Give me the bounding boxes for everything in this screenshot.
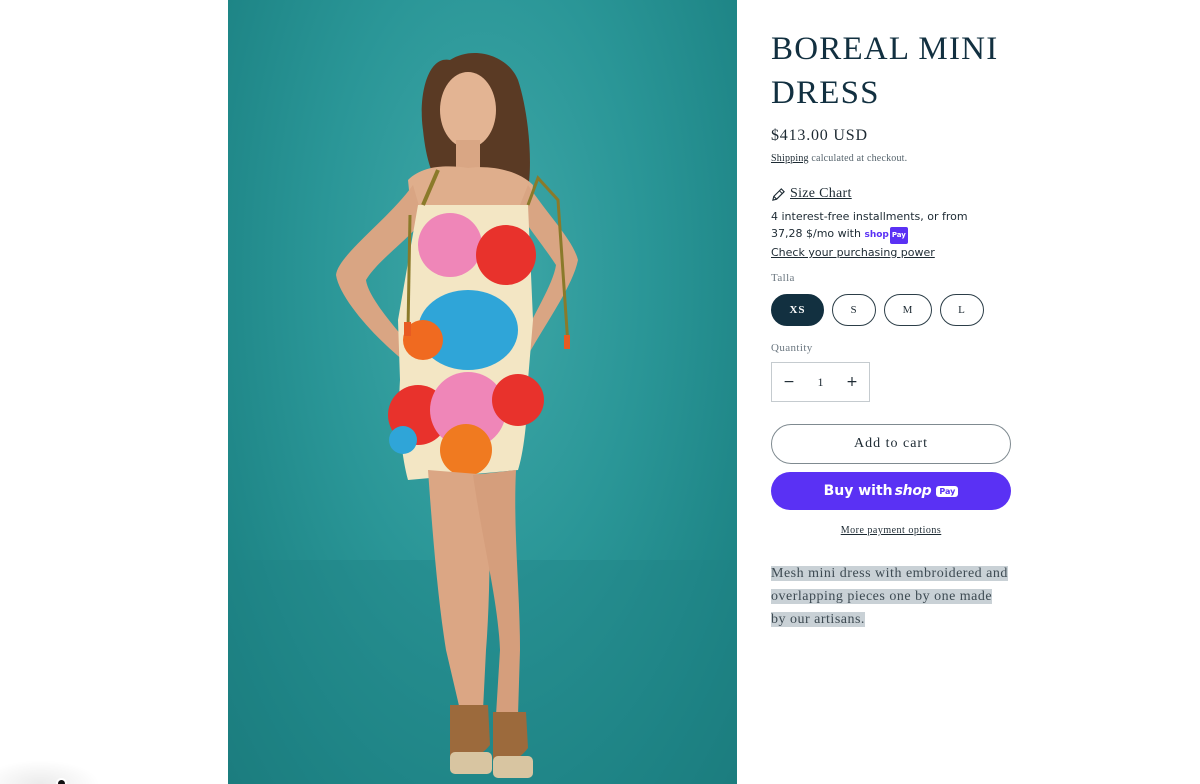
product-description-text: Mesh mini dress with embroidered and ove… [771, 566, 1008, 627]
installments-line2: 37,28 $/mo with shop Pay [771, 225, 981, 244]
shipping-link[interactable]: Shipping [771, 153, 809, 164]
shipping-note: Shipping calculated at checkout. [771, 153, 907, 164]
product-image[interactable] [228, 0, 737, 784]
quantity-increase-button[interactable]: + [845, 374, 859, 390]
size-option-xs[interactable]: XS [771, 294, 824, 326]
size-chart-link[interactable]: Size Chart [771, 186, 852, 202]
shop-pay-logo-brand: shop [864, 230, 889, 240]
size-selector: XS S M L [771, 294, 984, 326]
chat-widget-dot[interactable] [56, 778, 67, 784]
quantity-decrease-button[interactable]: − [782, 374, 796, 390]
buy-with-shop-pay-button[interactable]: Buy with shop Pay [771, 472, 1011, 510]
shop-pay-logo-pay: Pay [889, 227, 908, 244]
size-option-s[interactable]: S [832, 294, 876, 326]
model-photo-illustration [228, 52, 737, 784]
more-payment-options-link[interactable]: More payment options [771, 525, 1011, 536]
product-title: BOREAL MINI DRESS [771, 31, 999, 111]
pencil-ruler-icon [772, 187, 785, 201]
size-chart-label: Size Chart [790, 186, 852, 201]
shop-pay-installments: 4 interest-free installments, or from 37… [771, 208, 981, 261]
size-label: Talla [771, 272, 795, 284]
shop-brand-label: shop [894, 483, 932, 499]
product-description: Mesh mini dress with embroidered and ove… [771, 562, 1011, 631]
size-option-m[interactable]: M [884, 294, 932, 326]
shop-pay-logo: shop Pay [864, 227, 908, 244]
quantity-stepper: − 1 + [771, 362, 870, 402]
installments-amount: 37,28 $/mo with [771, 227, 865, 240]
quantity-label: Quantity [771, 342, 813, 354]
quantity-input[interactable]: 1 [818, 375, 824, 390]
corner-shadow [0, 760, 100, 784]
buy-with-label: Buy with [823, 483, 893, 499]
size-option-l[interactable]: L [940, 294, 984, 326]
shop-pay-badge: Pay [936, 485, 959, 497]
add-to-cart-button[interactable]: Add to cart [771, 424, 1011, 464]
purchasing-power-link[interactable]: Check your purchasing power [771, 244, 981, 261]
installments-line1: 4 interest-free installments, or from [771, 210, 968, 223]
shipping-note-text: calculated at checkout. [808, 153, 908, 164]
product-price: $413.00 USD [771, 127, 868, 144]
